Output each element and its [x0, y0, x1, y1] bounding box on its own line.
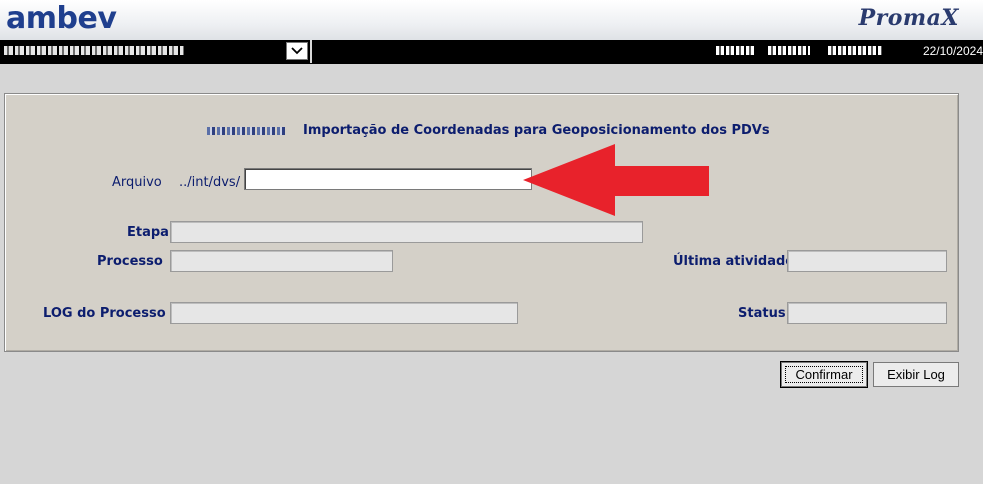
unit-select[interactable]: [0, 40, 312, 63]
etapa-label: Etapa: [127, 225, 169, 240]
arquivo-input[interactable]: [244, 168, 532, 190]
user-info: [682, 40, 912, 63]
ultima-atividade-field[interactable]: [787, 250, 947, 272]
path-prefix: ../int/dvs/: [179, 175, 241, 190]
status-label: Status: [738, 306, 786, 321]
etapa-field[interactable]: [170, 221, 643, 243]
confirmar-button-label: Confirmar: [795, 367, 853, 382]
ambev-logo: ambev: [6, 1, 117, 36]
redacted-user-block-2: [768, 46, 810, 55]
confirmar-button[interactable]: Confirmar: [780, 361, 868, 388]
page-title: Importação de Coordenadas para Geoposici…: [303, 123, 770, 138]
app-header: ambev PromaX: [0, 0, 983, 41]
redacted-program-code: [207, 127, 287, 135]
import-panel: Importação de Coordenadas para Geoposici…: [4, 93, 959, 352]
top-bar: 22/10/2024: [0, 40, 983, 64]
arquivo-label: Arquivo: [112, 175, 162, 190]
promax-logo: PromaX: [858, 5, 959, 31]
redacted-unit-text: [4, 46, 184, 55]
log-processo-label: LOG do Processo: [43, 306, 166, 321]
exibir-log-button-label: Exibir Log: [887, 367, 945, 382]
red-arrow-icon: [523, 144, 709, 216]
status-field[interactable]: [787, 302, 947, 324]
ultima-atividade-label: Última atividade: [673, 254, 795, 269]
exibir-log-button[interactable]: Exibir Log: [873, 362, 959, 387]
redacted-user-block-3: [828, 46, 882, 55]
chevron-down-icon[interactable]: [286, 42, 308, 60]
processo-field[interactable]: [170, 250, 393, 272]
current-date: 22/10/2024: [922, 44, 983, 58]
processo-label: Processo: [97, 254, 163, 269]
redacted-user-block-1: [716, 46, 756, 55]
log-processo-field[interactable]: [170, 302, 518, 324]
